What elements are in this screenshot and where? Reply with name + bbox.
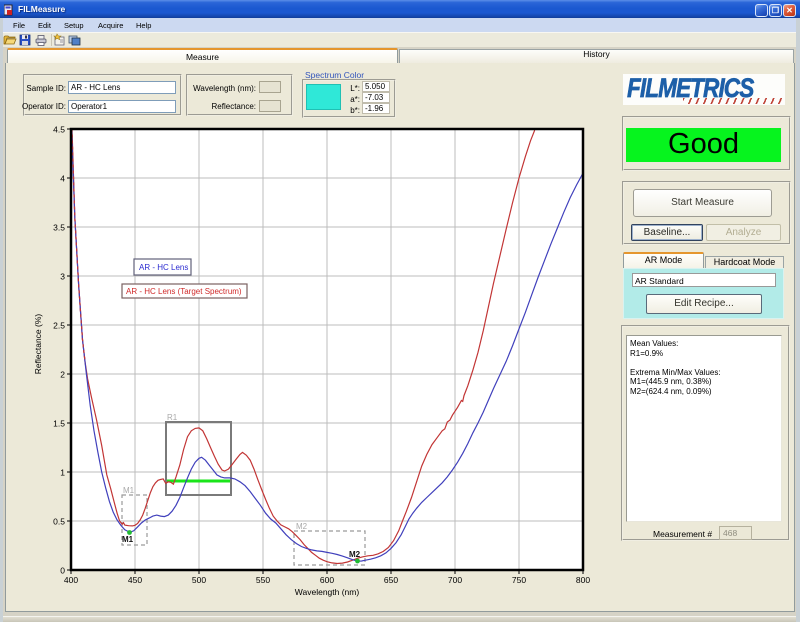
svg-text:1.5: 1.5 [53,419,65,429]
svg-text:1: 1 [60,468,65,478]
svg-text:M1: M1 [122,535,134,544]
svg-text:550: 550 [256,575,270,585]
svg-text:3.5: 3.5 [53,223,65,233]
svg-text:2: 2 [60,370,65,380]
svg-text:Reflectance (%): Reflectance (%) [33,314,43,375]
svg-text:450: 450 [128,575,142,585]
svg-text:M1: M1 [123,486,135,495]
svg-text:4.5: 4.5 [53,125,65,135]
svg-text:Wavelength (nm): Wavelength (nm) [295,587,360,597]
svg-text:800: 800 [576,575,590,585]
svg-text:700: 700 [448,575,462,585]
svg-text:3: 3 [60,272,65,282]
svg-text:600: 600 [320,575,334,585]
svg-text:M2: M2 [349,550,361,559]
svg-text:R1: R1 [167,413,178,422]
svg-text:750: 750 [512,575,526,585]
svg-text:0: 0 [60,566,65,576]
svg-text:M2: M2 [296,522,308,531]
svg-text:AR - HC Lens (Target Spectrum): AR - HC Lens (Target Spectrum) [126,287,242,296]
svg-text:400: 400 [64,575,78,585]
svg-text:2.5: 2.5 [53,321,65,331]
svg-text:500: 500 [192,575,206,585]
svg-text:4: 4 [60,174,65,184]
svg-text:0.5: 0.5 [53,517,65,527]
svg-text:AR - HC Lens: AR - HC Lens [139,263,188,272]
svg-text:650: 650 [384,575,398,585]
